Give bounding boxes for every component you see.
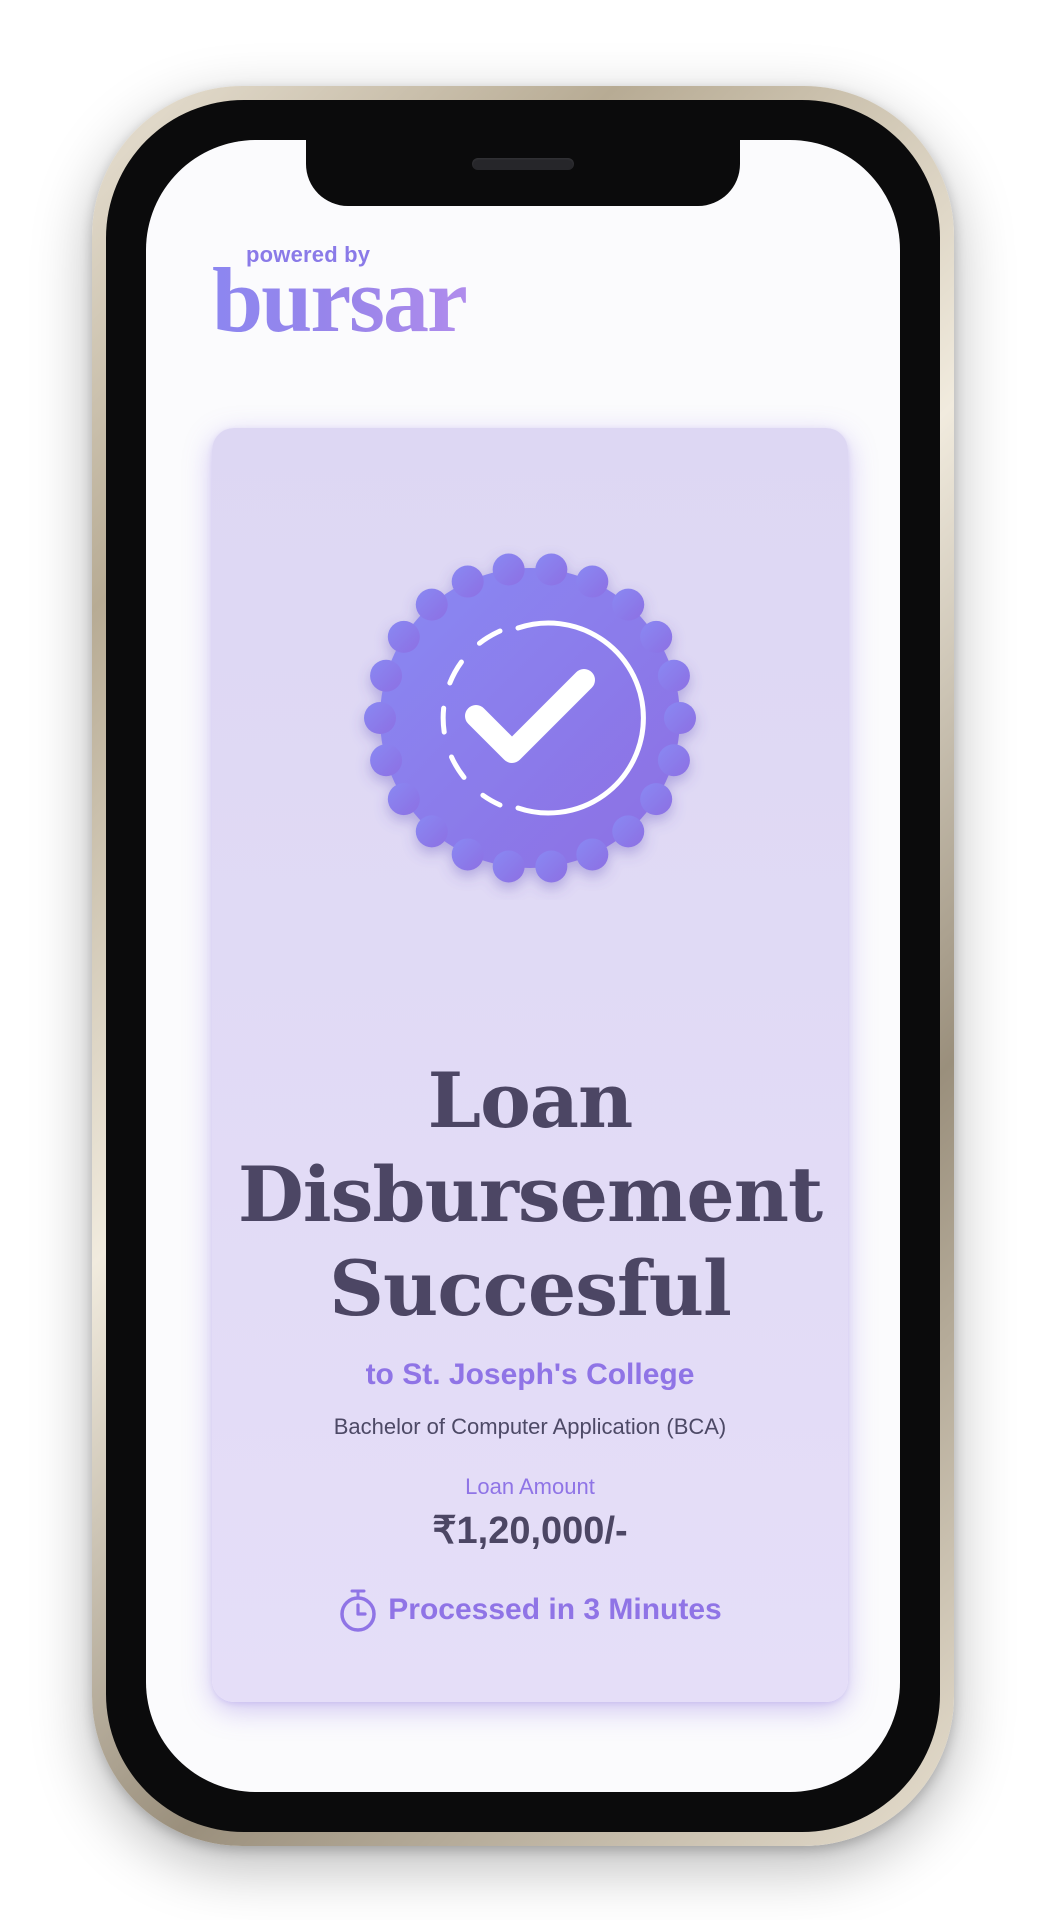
stopwatch-icon [338,1588,378,1632]
page-title: Loan Disbursement Succesful [212,1054,848,1336]
course-name: Bachelor of Computer Application (BCA) [333,1414,727,1439]
brand-name: bursar [212,249,468,351]
college-name: to St. Joseph's College [365,1358,695,1391]
title-line: Disbursement [237,1150,823,1239]
phone-notch [306,140,740,206]
page: powered by bursar [0,0,1046,1920]
phone-frame: powered by bursar [92,86,954,1846]
disbursement-card: Loan Disbursement Succesful to St. Josep… [212,428,848,1702]
loan-amount-label: Loan Amount [465,1474,595,1499]
phone-bezel: powered by bursar [106,100,940,1832]
phone-screen: powered by bursar [146,140,900,1792]
speaker-grille [472,158,574,170]
loan-amount-value: ₹1,20,000/- [432,1510,628,1552]
processed-text: Processed in 3 Minutes [388,1593,722,1626]
processed-time: Processed in 3 Minutes [212,1588,848,1632]
verified-check-badge-icon [348,536,712,900]
title-line: Loan [427,1056,634,1145]
brand-logo: powered by bursar [212,242,552,352]
title-line: Succesful [329,1244,732,1333]
